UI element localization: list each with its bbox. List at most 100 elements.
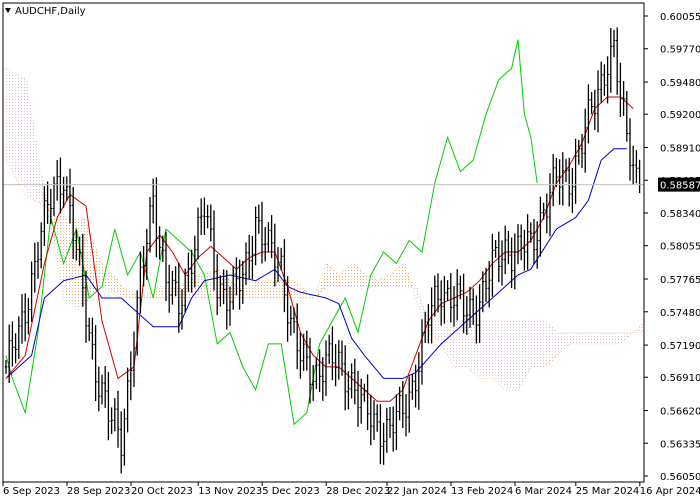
kumo-segment — [66, 217, 70, 301]
kumo-segment — [601, 332, 605, 344]
kumo-segment — [585, 332, 589, 344]
kumo-segment — [332, 269, 336, 287]
kumo-segment — [610, 332, 614, 344]
kumo-segment — [559, 332, 563, 353]
kumo-segment — [489, 320, 493, 379]
current-price-label: 0.58587 — [658, 177, 700, 192]
kumo-segment — [9, 70, 13, 166]
kumo-segment — [556, 332, 560, 356]
kumo-segment — [114, 278, 118, 295]
kumo-segment — [354, 266, 358, 287]
kumo-segment — [578, 332, 582, 344]
kumo-segment — [434, 320, 438, 339]
kumo-segment — [508, 320, 512, 390]
kumo-segment — [322, 272, 326, 290]
kumo-segment — [31, 119, 35, 199]
kumo-segment — [252, 281, 256, 298]
kumo-segment — [313, 297, 317, 299]
y-tick-label: 0.60055 — [660, 12, 700, 23]
kumo-segment — [495, 320, 499, 382]
kumo-segment — [338, 275, 342, 287]
kumo-segment — [534, 320, 538, 367]
kumo-segment — [502, 320, 506, 387]
x-tick-label: 22 Jan 2024 — [387, 486, 447, 497]
kumo-segment — [604, 332, 608, 344]
kumo-segment — [562, 332, 566, 350]
kumo-segment — [607, 332, 611, 344]
kumo-segment — [306, 292, 310, 298]
kumo-segment — [98, 255, 102, 290]
y-tick-label: 0.59770 — [660, 45, 700, 56]
kumo-segment — [614, 332, 618, 344]
kumo-segment — [12, 72, 16, 172]
kumo-segment — [265, 280, 269, 298]
kumo-segment — [639, 326, 643, 333]
kumo-segment — [617, 332, 621, 344]
kumo-segment — [383, 277, 387, 287]
kumo-segment — [569, 332, 573, 344]
kumo-segment — [6, 68, 10, 161]
kumo-segment — [28, 99, 32, 197]
kumo-segment — [482, 320, 486, 379]
kumo-segment — [345, 269, 349, 287]
y-tick-label: 0.56910 — [660, 373, 700, 384]
kumo-segment — [553, 329, 557, 359]
kumo-segment — [540, 320, 544, 367]
kumo-segment — [620, 332, 624, 344]
kumo-segment — [626, 332, 630, 339]
kumo-segment — [108, 271, 112, 291]
kumo-segment — [393, 272, 397, 287]
kumo-segment — [546, 323, 550, 365]
kumo-segment — [255, 280, 259, 298]
kumo-segment — [15, 74, 19, 178]
kumo-segment — [598, 332, 602, 344]
kumo-segment — [57, 213, 61, 264]
kumo-segment — [582, 332, 586, 344]
kumo-segment — [319, 280, 323, 293]
kumo-segment — [156, 288, 160, 298]
kumo-segment — [486, 320, 490, 379]
current-price-label-text: 0.58587 — [660, 181, 700, 192]
kumo-segment — [530, 320, 534, 367]
kumo-segment — [514, 320, 518, 390]
kumo-segment — [396, 269, 400, 287]
kumo-segment — [60, 215, 64, 281]
kumo-segment — [505, 320, 509, 390]
kumo-segment — [262, 280, 266, 298]
kumo-segment — [399, 266, 403, 287]
x-tick-label: 13 Nov 2023 — [198, 486, 262, 497]
kumo-segment — [38, 160, 42, 203]
x-tick-label: 6 Mar 2024 — [515, 486, 572, 497]
kumo-segment — [377, 280, 381, 287]
kumo-segment — [258, 280, 262, 298]
kumo-segment — [492, 320, 496, 379]
x-tick-label: 28 Dec 2023 — [326, 486, 390, 497]
kumo-segment — [636, 329, 640, 333]
kumo-segment — [406, 272, 410, 287]
y-tick-label: 0.58340 — [660, 209, 700, 220]
symbol-title: AUDCHF,Daily — [15, 6, 86, 17]
kumo-segment — [386, 276, 390, 287]
x-tick-label: 13 Feb 2024 — [451, 486, 513, 497]
kumo-segment — [326, 263, 330, 287]
kumo-segment — [521, 320, 525, 385]
kumo-segment — [364, 275, 368, 287]
y-tick-label: 0.56335 — [660, 439, 700, 450]
kumo-segment — [146, 294, 150, 298]
y-tick-label: 0.57765 — [660, 275, 700, 286]
kumo-segment — [518, 320, 522, 390]
y-tick-label: 0.58910 — [660, 144, 700, 155]
kumo-segment — [454, 320, 458, 367]
x-tick-label: 25 Mar 2024 — [576, 486, 639, 497]
chart-title[interactable]: AUDCHF,Daily — [5, 6, 86, 17]
kumo-segment — [268, 280, 272, 298]
y-tick-label: 0.56050 — [660, 472, 700, 483]
price-chart[interactable]: 0.600550.597700.594800.592000.589100.586… — [0, 0, 700, 500]
y-tick-label: 0.59480 — [660, 78, 700, 89]
kumo-segment — [470, 320, 474, 370]
kumo-segment — [342, 272, 346, 287]
kumo-segment — [278, 280, 282, 298]
kumo-segment — [550, 326, 554, 362]
kumo-segment — [361, 272, 365, 287]
chart-background — [0, 0, 700, 500]
